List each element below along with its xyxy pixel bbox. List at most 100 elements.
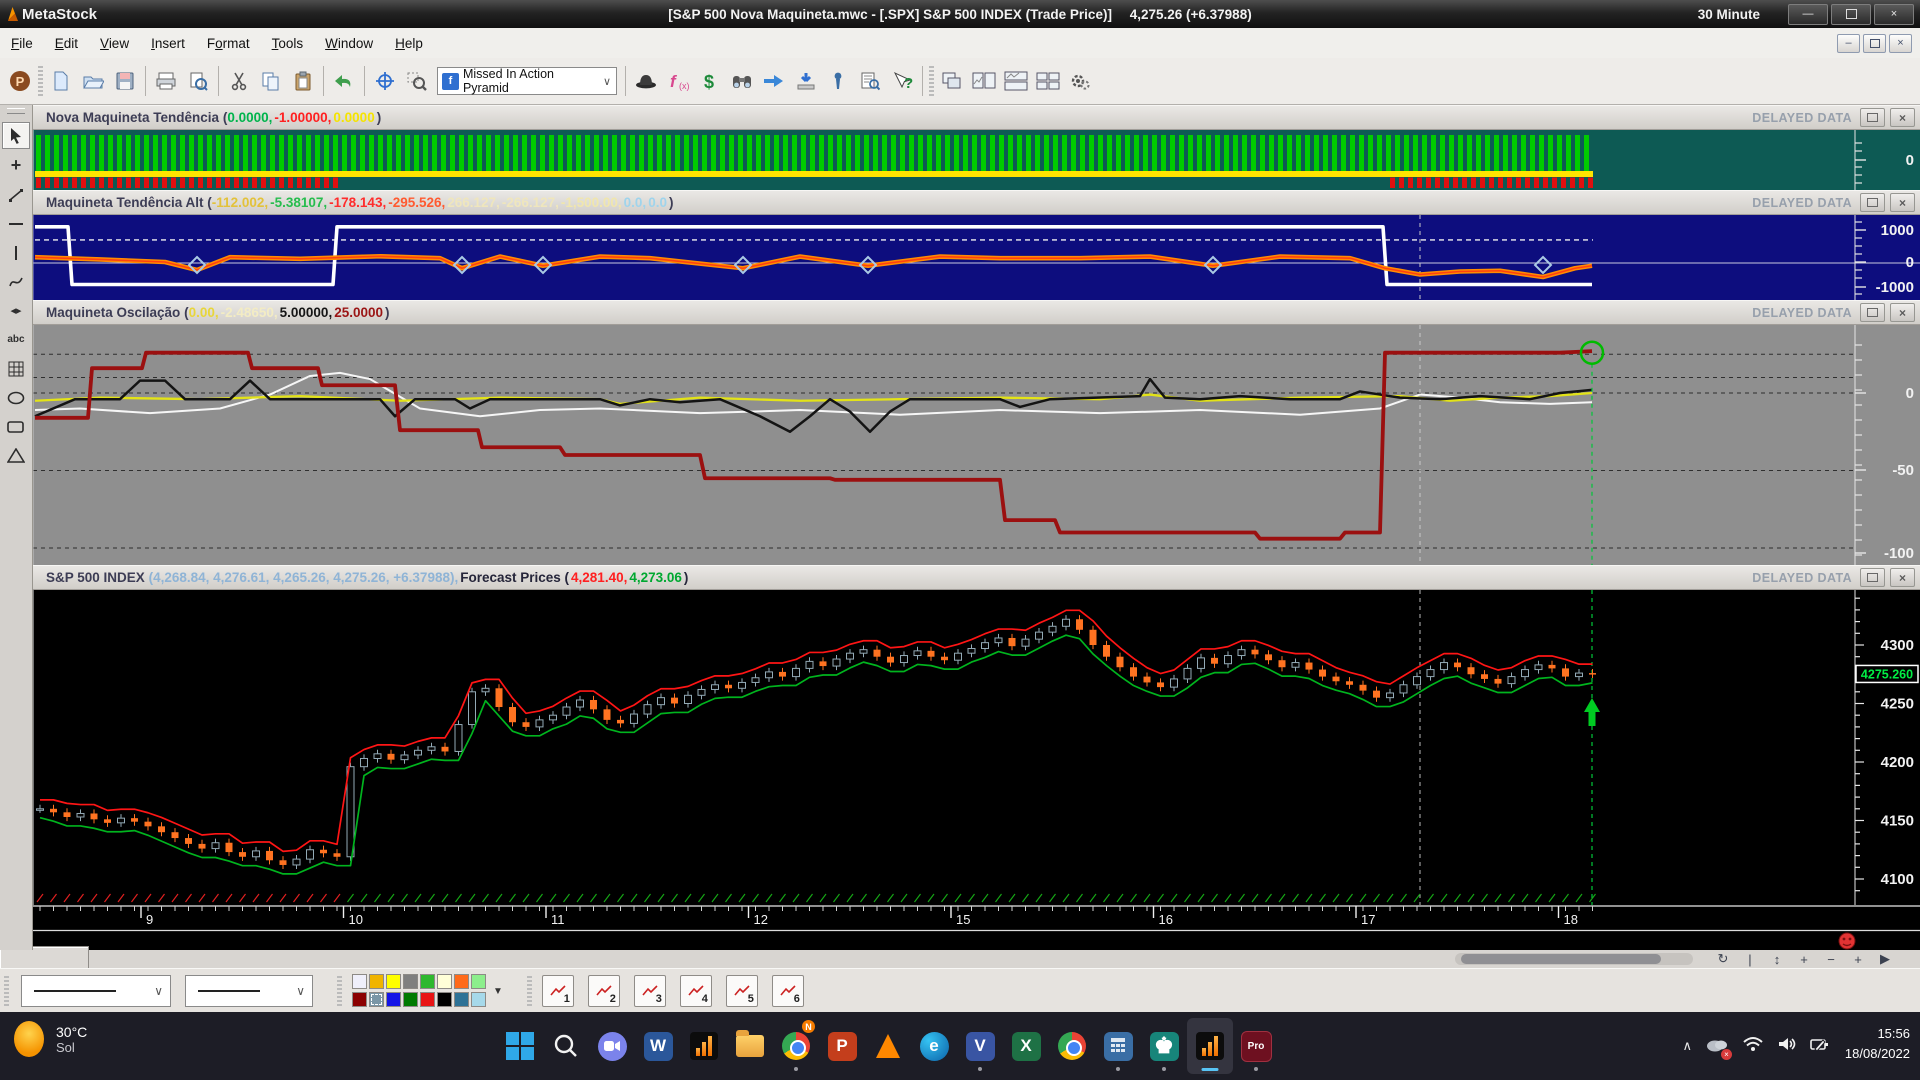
child-close-button[interactable]: × bbox=[1889, 34, 1912, 53]
onedrive-icon[interactable]: × bbox=[1705, 1036, 1729, 1057]
app-logo-button[interactable]: P bbox=[4, 65, 36, 97]
child-minimize-button[interactable]: – bbox=[1837, 34, 1860, 53]
weather-widget[interactable]: 30°C Sol bbox=[14, 1021, 87, 1057]
color-swatch[interactable] bbox=[403, 974, 418, 989]
color-swatch[interactable] bbox=[454, 974, 469, 989]
taskbar-chrome-button[interactable]: N bbox=[773, 1018, 819, 1074]
text-tool-button[interactable]: abc bbox=[3, 327, 29, 352]
menu-help[interactable]: Help bbox=[384, 36, 434, 51]
child-restore-button[interactable] bbox=[1863, 34, 1886, 53]
zoom-select-button[interactable] bbox=[401, 65, 433, 97]
color-swatch[interactable] bbox=[471, 992, 486, 1007]
menu-file[interactable]: File bbox=[0, 36, 44, 51]
taskbar-clock[interactable]: 15:56 18/08/2022 bbox=[1845, 1024, 1910, 1064]
chart-zoom-button[interactable]: ↕ bbox=[1768, 952, 1786, 967]
template-combobox[interactable]: f Missed In Action Pyramid ∨ bbox=[437, 67, 617, 95]
explorer-binoculars-button[interactable] bbox=[726, 65, 758, 97]
cut-button[interactable] bbox=[223, 65, 255, 97]
volume-icon[interactable] bbox=[1777, 1036, 1797, 1057]
close-button[interactable]: × bbox=[1874, 4, 1914, 25]
copy-button[interactable] bbox=[255, 65, 287, 97]
taskbar-vlc-button[interactable] bbox=[865, 1018, 911, 1074]
panel-restore-button[interactable] bbox=[1860, 568, 1885, 587]
taskbar-metastock-active-button[interactable] bbox=[1187, 1018, 1233, 1074]
print-preview-button[interactable] bbox=[182, 65, 214, 97]
taskbar-chrome2-button[interactable] bbox=[1049, 1018, 1095, 1074]
crosshair-pointer-button[interactable] bbox=[369, 65, 401, 97]
panel-close-button[interactable]: × bbox=[1890, 108, 1915, 127]
title-bar[interactable]: MetaStock [S&P 500 Nova Maquineta.mwc - … bbox=[0, 0, 1920, 28]
taskbar-word-button[interactable]: W bbox=[635, 1018, 681, 1074]
layout-template-button-4[interactable]: 4 bbox=[680, 975, 712, 1007]
expert-advisor-button[interactable] bbox=[630, 65, 662, 97]
color-swatch[interactable] bbox=[403, 992, 418, 1007]
menu-insert[interactable]: Insert bbox=[140, 36, 196, 51]
menu-tools[interactable]: Tools bbox=[261, 36, 315, 51]
horizontal-scrollbar[interactable] bbox=[1455, 953, 1693, 965]
paste-button[interactable] bbox=[287, 65, 319, 97]
print-button[interactable] bbox=[150, 65, 182, 97]
taskbar-visio-button[interactable]: V bbox=[957, 1018, 1003, 1074]
crosshair-tool-button[interactable]: + bbox=[3, 153, 29, 178]
line-weight-combobox[interactable]: ∨ bbox=[185, 975, 313, 1007]
color-swatch[interactable] bbox=[352, 992, 367, 1007]
panel-close-button[interactable]: × bbox=[1890, 193, 1915, 212]
vertical-line-tool-button[interactable] bbox=[3, 240, 29, 265]
layout-template-button-2[interactable]: 2 bbox=[588, 975, 620, 1007]
panel-header-nova-maquineta-tendencia[interactable]: Nova Maquineta Tendência ( 0.0000,-1.000… bbox=[0, 105, 1920, 130]
system-tester-button[interactable] bbox=[822, 65, 854, 97]
menu-window[interactable]: Window bbox=[314, 36, 384, 51]
color-swatch[interactable] bbox=[386, 992, 401, 1007]
menu-edit[interactable]: Edit bbox=[44, 36, 89, 51]
color-swatch[interactable] bbox=[471, 974, 486, 989]
report-button[interactable] bbox=[854, 65, 886, 97]
chart-zoom-button[interactable]: ▶ bbox=[1876, 951, 1894, 967]
expert-dollar-button[interactable]: $ bbox=[694, 65, 726, 97]
x-axis[interactable]: 910111215161718 bbox=[0, 905, 1920, 932]
layout-template-button-6[interactable]: 6 bbox=[772, 975, 804, 1007]
layout-template-button-5[interactable]: 5 bbox=[726, 975, 758, 1007]
triangle-tool-button[interactable] bbox=[3, 443, 29, 468]
taskbar-explorer-button[interactable] bbox=[727, 1018, 773, 1074]
downloader-button[interactable] bbox=[790, 65, 822, 97]
pointer-tool-button[interactable] bbox=[2, 122, 30, 149]
wifi-icon[interactable] bbox=[1742, 1036, 1764, 1057]
chart-zoom-button[interactable]: | bbox=[1741, 952, 1759, 967]
rectangle-tool-button[interactable] bbox=[3, 414, 29, 439]
cycle-tool-button[interactable] bbox=[3, 269, 29, 294]
chart-zoom-button[interactable]: ↻ bbox=[1714, 951, 1732, 967]
panel-close-button[interactable]: × bbox=[1890, 568, 1915, 587]
color-swatch[interactable] bbox=[437, 974, 452, 989]
panel-restore-button[interactable] bbox=[1860, 193, 1885, 212]
taskbar-excel-button[interactable]: X bbox=[1003, 1018, 1049, 1074]
menu-view[interactable]: View bbox=[89, 36, 140, 51]
price-candlestick-chart[interactable]: 430042504200415041004275.260 bbox=[0, 590, 1920, 905]
taskbar-search-button[interactable] bbox=[543, 1018, 589, 1074]
chart-zoom-button[interactable]: + bbox=[1849, 952, 1867, 967]
color-swatch[interactable] bbox=[369, 974, 384, 989]
panel-restore-button[interactable] bbox=[1860, 108, 1885, 127]
open-button[interactable] bbox=[77, 65, 109, 97]
taskbar-edge-button[interactable]: e bbox=[911, 1018, 957, 1074]
panel-close-button[interactable]: × bbox=[1890, 303, 1915, 322]
forward-button[interactable] bbox=[758, 65, 790, 97]
trend-comb-chart[interactable]: 0 bbox=[0, 130, 1920, 190]
indicator-builder-button[interactable]: f(x) bbox=[662, 65, 694, 97]
color-swatch[interactable] bbox=[437, 992, 452, 1007]
line-style-combobox[interactable]: ∨ bbox=[21, 975, 171, 1007]
layout-template-button-3[interactable]: 3 bbox=[634, 975, 666, 1007]
taskbar-chess-button[interactable]: ♚ bbox=[1141, 1018, 1187, 1074]
color-swatch[interactable] bbox=[386, 974, 401, 989]
color-swatch[interactable] bbox=[420, 992, 435, 1007]
color-swatch[interactable] bbox=[420, 974, 435, 989]
tray-chevron-icon[interactable]: ∧ bbox=[1682, 1038, 1692, 1054]
palette-dropdown-arrow[interactable]: ▼ bbox=[493, 986, 503, 997]
tile-vertical-button[interactable] bbox=[1000, 65, 1032, 97]
taskbar-calculator-button[interactable] bbox=[1095, 1018, 1141, 1074]
expand-tool-button[interactable]: ◂▸ bbox=[3, 298, 29, 323]
new-chart-button[interactable] bbox=[45, 65, 77, 97]
layout-template-button-1[interactable]: 1 bbox=[542, 975, 574, 1007]
taskbar-chat-button[interactable] bbox=[589, 1018, 635, 1074]
chart-zoom-button[interactable]: − bbox=[1822, 952, 1840, 967]
save-button[interactable] bbox=[109, 65, 141, 97]
